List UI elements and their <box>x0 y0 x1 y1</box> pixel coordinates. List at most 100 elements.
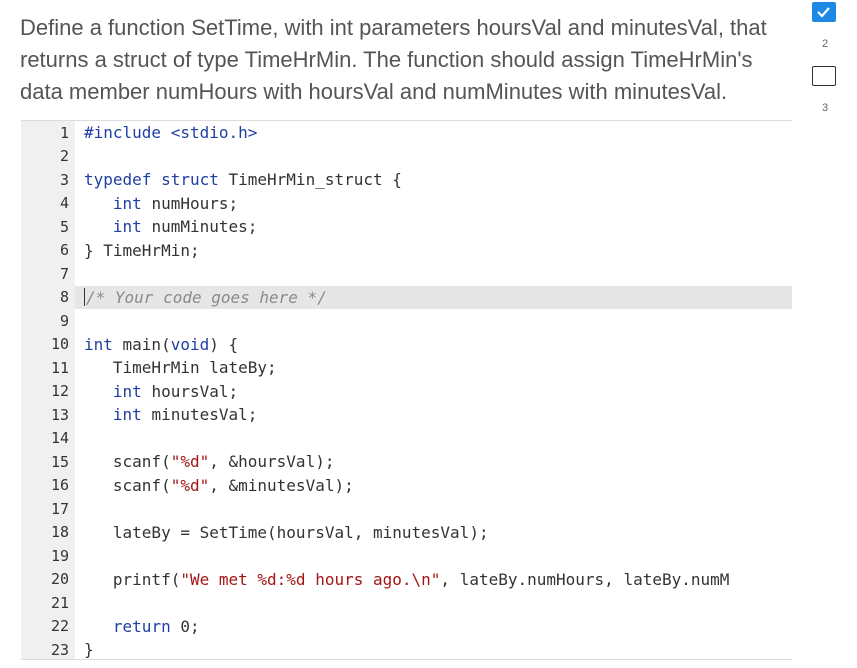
code-line[interactable]: 13 int minutesVal; <box>21 403 792 427</box>
code-line[interactable]: 11 TimeHrMin lateBy; <box>21 356 792 380</box>
line-number: 1 <box>59 123 69 142</box>
line-number: 19 <box>50 546 69 565</box>
line-number: 9 <box>59 311 69 330</box>
code-line[interactable]: 7 <box>21 262 792 286</box>
code-line[interactable]: 15 scanf("%d", &hoursVal); <box>21 450 792 474</box>
line-code[interactable]: int main(void) { <box>75 333 792 357</box>
line-number: 2 <box>59 147 69 166</box>
code-line[interactable]: 22 return 0; <box>21 615 792 639</box>
code-line[interactable]: 10 int main(void) { <box>21 333 792 357</box>
code-line[interactable]: 1 #include <stdio.h> <box>21 121 792 145</box>
code-line[interactable]: 21 <box>21 591 792 615</box>
line-code[interactable]: typedef struct TimeHrMin_struct { <box>75 168 792 192</box>
code-line[interactable]: 23} <box>21 638 792 660</box>
line-code[interactable]: TimeHrMin lateBy; <box>75 356 792 380</box>
code-token: hoursVal; <box>151 381 239 401</box>
line-code[interactable]: /* Your code goes here */ <box>75 285 792 309</box>
code-line[interactable]: 4 int numHours; <box>21 192 792 216</box>
code-token: minutesVal; <box>151 405 258 425</box>
code-token: int <box>84 334 123 354</box>
code-token: numMinutes; <box>151 217 258 237</box>
code-line[interactable]: 3 typedef struct TimeHrMin_struct { <box>21 168 792 192</box>
code-token: scanf( <box>84 475 171 495</box>
code-token: main( <box>122 334 171 354</box>
line-code[interactable]: return 0; <box>75 615 792 639</box>
code-line[interactable]: 16 scanf("%d", &minutesVal); <box>21 474 792 498</box>
line-code[interactable]: scanf("%d", &minutesVal); <box>75 474 792 498</box>
line-number: 16 <box>50 476 69 495</box>
line-number: 6 <box>59 241 69 260</box>
code-line[interactable]: 6 } TimeHrMin; <box>21 239 792 263</box>
line-code[interactable]: printf("We met %d:%d hours ago.\n", late… <box>75 568 792 592</box>
code-line[interactable]: 20 printf("We met %d:%d hours ago.\n", l… <box>21 568 792 592</box>
code-line[interactable]: 2 <box>21 145 792 169</box>
code-line[interactable]: 5 int numMinutes; <box>21 215 792 239</box>
line-number: 21 <box>50 593 69 612</box>
line-code[interactable] <box>75 262 792 286</box>
line-number: 4 <box>59 194 69 213</box>
code-token: } <box>84 640 94 660</box>
code-token: "%d" <box>170 475 210 495</box>
level-1-completed-checkbox[interactable] <box>812 2 836 22</box>
line-number: 3 <box>59 170 69 189</box>
level-3-checkbox[interactable] <box>812 66 836 86</box>
level-2-number[interactable]: 2 <box>810 38 840 50</box>
line-code[interactable] <box>75 591 792 615</box>
line-code[interactable]: int numMinutes; <box>75 215 792 239</box>
level-3-number[interactable]: 3 <box>810 102 840 114</box>
code-token: , lateBy.numHours, lateBy.numM <box>440 569 730 589</box>
line-number: 18 <box>50 523 69 542</box>
line-code[interactable]: int numHours; <box>75 192 792 216</box>
line-code[interactable] <box>75 497 792 521</box>
code-token: , &hoursVal); <box>209 452 335 472</box>
line-code[interactable] <box>75 309 792 333</box>
code-token: 0; <box>180 616 200 636</box>
code-line[interactable]: 14 <box>21 427 792 451</box>
code-token: "We met %d:%d hours ago.\n" <box>180 569 441 589</box>
line-code[interactable] <box>75 427 792 451</box>
line-code[interactable] <box>75 544 792 568</box>
line-code[interactable]: } <box>75 638 792 660</box>
line-number: 20 <box>50 570 69 589</box>
code-line[interactable]: 9 <box>21 309 792 333</box>
challenge-page: Define a function SetTime, with int para… <box>0 0 857 668</box>
code-token: typedef struct <box>84 170 229 190</box>
line-number: 7 <box>59 264 69 283</box>
code-line[interactable]: 19 <box>21 544 792 568</box>
line-code[interactable]: } TimeHrMin; <box>75 239 792 263</box>
line-code[interactable]: int hoursVal; <box>75 380 792 404</box>
line-number: 8 <box>59 288 69 307</box>
code-token: } TimeHrMin; <box>84 240 200 260</box>
code-token: TimeHrMin_struct { <box>228 170 402 190</box>
code-line[interactable]: 18 lateBy = SetTime(hoursVal, minutesVal… <box>21 521 792 545</box>
line-code[interactable]: scanf("%d", &hoursVal); <box>75 450 792 474</box>
problem-statement: Define a function SetTime, with int para… <box>20 15 767 104</box>
line-code[interactable]: lateBy = SetTime(hoursVal, minutesVal); <box>75 521 792 545</box>
line-number: 12 <box>50 382 69 401</box>
code-token: void <box>170 334 210 354</box>
line-code[interactable]: int minutesVal; <box>75 403 792 427</box>
line-number: 11 <box>50 358 69 377</box>
code-token: ) { <box>209 334 239 354</box>
code-editor[interactable]: 1 #include <stdio.h> 2 3 typedef struct Time… <box>21 120 792 660</box>
code-lines[interactable]: 1 #include <stdio.h> 2 3 typedef struct Time… <box>21 121 792 660</box>
code-token: scanf( <box>84 452 171 472</box>
line-code[interactable]: #include <stdio.h> <box>75 121 792 145</box>
line-number: 13 <box>50 405 69 424</box>
code-token: numHours; <box>151 193 239 213</box>
line-number: 23 <box>50 640 69 659</box>
code-token: return <box>112 616 181 636</box>
code-token: int <box>112 405 152 425</box>
line-number: 22 <box>50 617 69 636</box>
code-line[interactable]: 8 /* Your code goes here */ <box>21 285 792 309</box>
line-code[interactable] <box>75 145 792 169</box>
code-line[interactable]: 17 <box>21 497 792 521</box>
check-icon <box>817 7 830 18</box>
code-line[interactable]: 12 int hoursVal; <box>21 380 792 404</box>
text-cursor <box>84 288 85 307</box>
code-token: int <box>112 217 152 237</box>
